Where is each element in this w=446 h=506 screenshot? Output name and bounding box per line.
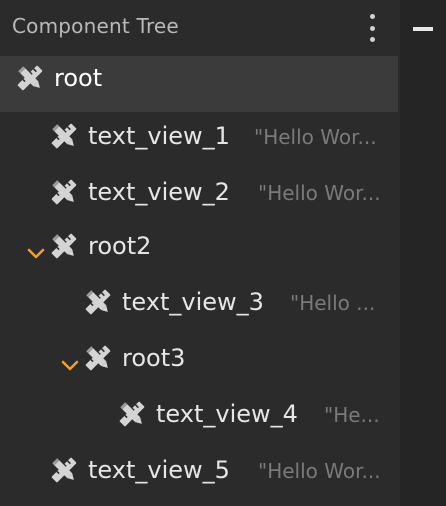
minimize-icon[interactable] [413, 26, 433, 32]
component-tree-panel: Component Tree root text_view_1 "Hello W… [0, 0, 446, 506]
tree-item-root3[interactable]: root3 [0, 336, 400, 392]
tree-item-text-view-2[interactable]: text_view_2 "Hello Wor... [0, 168, 400, 224]
tree-item-label: text_view_4 [156, 400, 298, 428]
component-tree: root text_view_1 "Hello Wor... text_view… [0, 56, 400, 506]
view-component-icon [50, 122, 78, 150]
view-component-icon [84, 288, 112, 316]
tree-item-label: root [54, 64, 103, 92]
tree-item-root2[interactable]: root2 [0, 224, 400, 280]
tree-item-label: root2 [88, 232, 152, 260]
view-component-icon [50, 232, 78, 260]
chevron-down-icon[interactable] [27, 248, 45, 260]
chevron-down-icon[interactable] [61, 360, 79, 372]
view-component-icon [84, 344, 112, 372]
view-component-icon [50, 178, 78, 206]
tree-item-text-view-1[interactable]: text_view_1 "Hello Wor... [0, 112, 400, 168]
tree-item-label: text_view_3 [122, 288, 264, 316]
tree-item-hint: "He... [324, 403, 380, 427]
view-component-icon [16, 64, 44, 92]
view-component-icon [50, 456, 78, 484]
tree-item-hint: "Hello Wor... [258, 181, 381, 205]
more-options-icon[interactable] [360, 14, 384, 42]
side-strip [400, 0, 446, 506]
panel-header: Component Tree [0, 0, 446, 56]
tree-item-root[interactable]: root [0, 56, 398, 112]
tree-item-text-view-3[interactable]: text_view_3 "Hello ... [0, 280, 400, 336]
view-component-icon [118, 400, 146, 428]
tree-item-label: text_view_2 [88, 178, 230, 206]
tree-item-hint: "Hello ... [290, 291, 376, 315]
dot [369, 14, 375, 19]
dot [369, 25, 375, 31]
tree-item-text-view-5[interactable]: text_view_5 "Hello Wor... [0, 448, 400, 504]
tree-item-hint: "Hello Wor... [258, 459, 381, 483]
panel-title: Component Tree [12, 14, 179, 38]
tree-item-label: root3 [122, 344, 186, 372]
dot [369, 37, 375, 42]
tree-item-label: text_view_5 [88, 456, 230, 484]
tree-item-hint: "Hello Wor... [254, 125, 377, 149]
tree-item-text-view-4[interactable]: text_view_4 "He... [0, 392, 400, 448]
tree-item-label: text_view_1 [88, 122, 230, 150]
